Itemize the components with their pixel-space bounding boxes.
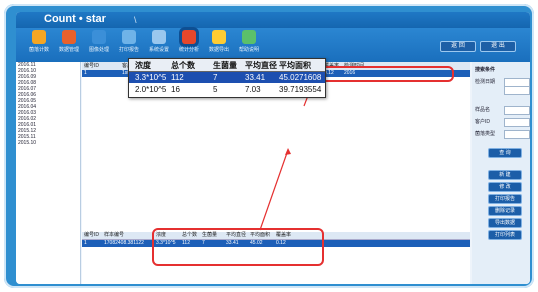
tool-icon [242,30,256,44]
top-grid-col-header[interactable]: 编号ID [84,62,99,70]
panel-button-0[interactable]: 查 询 [488,148,522,158]
tool-icon [122,30,136,44]
zoom-cell: 16 [171,85,180,94]
panel-input[interactable] [504,118,530,127]
zoom-col-header: 平均面积 [279,61,311,70]
zoomed-table: 浓度 总个数 生菌量 平均直径 平均面积 3.3*10^5 112 7 33.41 45.027… [128,58,326,98]
panel-label: 客户ID [475,119,491,125]
tool-label: 数据导出 [208,47,229,53]
top-grid-cell: 1 [84,70,87,76]
panel-label: 菌落类型 [475,131,496,137]
toolbar-button-6[interactable]: 数据导出 [206,30,232,53]
toolbar-button-7[interactable]: 帮助说明 [236,30,262,53]
zoom-cell: 7.03 [245,85,261,94]
tool-label: 图像处理 [88,47,109,53]
toolbar-button-2[interactable]: 图像处理 [86,30,112,53]
tool-icon [182,30,196,44]
app-window: Count • star \ 菌落计数 数据管理 图像处理 打印报告 系统设置 统计分析数… [16,12,530,284]
tool-label: 数据管理 [58,47,79,53]
tool-icon [32,30,46,44]
panel-input[interactable] [504,106,530,115]
header-button-0[interactable]: 返 回 [440,41,476,52]
app-title: Count • star [44,13,106,25]
toolbar-button-5[interactable]: 统计分析 [176,30,202,53]
connector-line-bottom [259,149,289,231]
date-item[interactable]: 2015.10 [16,140,80,146]
title-tab-mark: \ [134,15,137,25]
connector-arrow-head [285,148,291,155]
zoom-col-header: 浓度 [135,61,151,70]
panel-button-1[interactable]: 新 建 [488,170,522,180]
toolbar-button-4[interactable]: 系统设置 [146,30,172,53]
panel-label: 样品名 [475,107,491,113]
zoom-cell: 2.0*10^5 [135,85,167,94]
zoom-cell: 7 [213,73,218,82]
toolbar-button-3[interactable]: 打印报告 [116,30,142,53]
panel-label: 检测日期 [475,79,496,85]
right-button-group: 返 回退 出 [436,34,516,52]
tool-icon [92,30,106,44]
tool-icon [152,30,166,44]
window-frame: Count • star \ 菌落计数 数据管理 图像处理 打印报告 系统设置 统计分析数… [4,4,534,288]
highlight-box-bottom [152,228,324,266]
panel-input[interactable] [504,130,530,139]
zoom-cell: 3.3*10^5 [135,73,167,82]
toolbar-button-1[interactable]: 数据管理 [56,30,82,53]
panel-button-5[interactable]: 导出数据 [488,218,522,228]
bottom-grid-cell: 17082408.381122 [104,240,144,246]
tool-label: 菌落计数 [28,47,49,53]
search-panel-title: 搜索条件 [475,67,496,73]
zoomed-table-row: 2.0*10^5 16 5 7.03 39.7193554 [129,84,325,95]
tool-label: 打印报告 [118,47,139,53]
zoomed-table-row-selected: 3.3*10^5 112 7 33.41 45.0271608 [129,72,325,83]
bottom-grid-col-header[interactable]: 编号ID [84,232,99,239]
title-bar: Count • star \ [16,12,530,28]
zoom-cell: 112 [171,73,184,82]
bottom-grid-col-header[interactable]: 样本编号 [104,232,124,239]
panel-button-4[interactable]: 删除记录 [488,206,522,216]
tool-label: 统计分析 [178,47,199,53]
panel-input[interactable] [504,86,530,95]
zoom-cell: 39.7193554 [279,85,322,94]
toolbar-button-0[interactable]: 菌落计数 [26,30,52,53]
panel-button-3[interactable]: 打印报告 [488,194,522,204]
tool-icon [62,30,76,44]
zoom-col-header: 总个数 [171,61,195,70]
tool-icon [212,30,226,44]
zoom-cell: 33.41 [245,73,266,82]
bottom-grid-cell: 1 [84,240,87,246]
zoom-cell: 45.0271608 [279,73,322,82]
zoomed-table-header: 浓度 总个数 生菌量 平均直径 平均面积 [129,59,325,72]
header-button-1[interactable]: 退 出 [480,41,516,52]
panel-button-2[interactable]: 修 改 [488,182,522,192]
panel-button-6[interactable]: 打印列表 [488,230,522,240]
tool-label: 系统设置 [148,47,169,53]
zoom-col-header: 生菌量 [213,61,237,70]
tool-label: 帮助说明 [238,47,259,53]
date-list[interactable]: 2016.11 2016.10 2016.09 2016.08 2016.07 2016.… [16,62,81,284]
zoom-cell: 5 [213,85,218,94]
zoom-col-header: 平均直径 [245,61,277,70]
search-panel: 搜索条件 检测日期样品名客户ID 菌落类型查 询新 建修 改打印报告删除记录导出数… [472,62,530,284]
